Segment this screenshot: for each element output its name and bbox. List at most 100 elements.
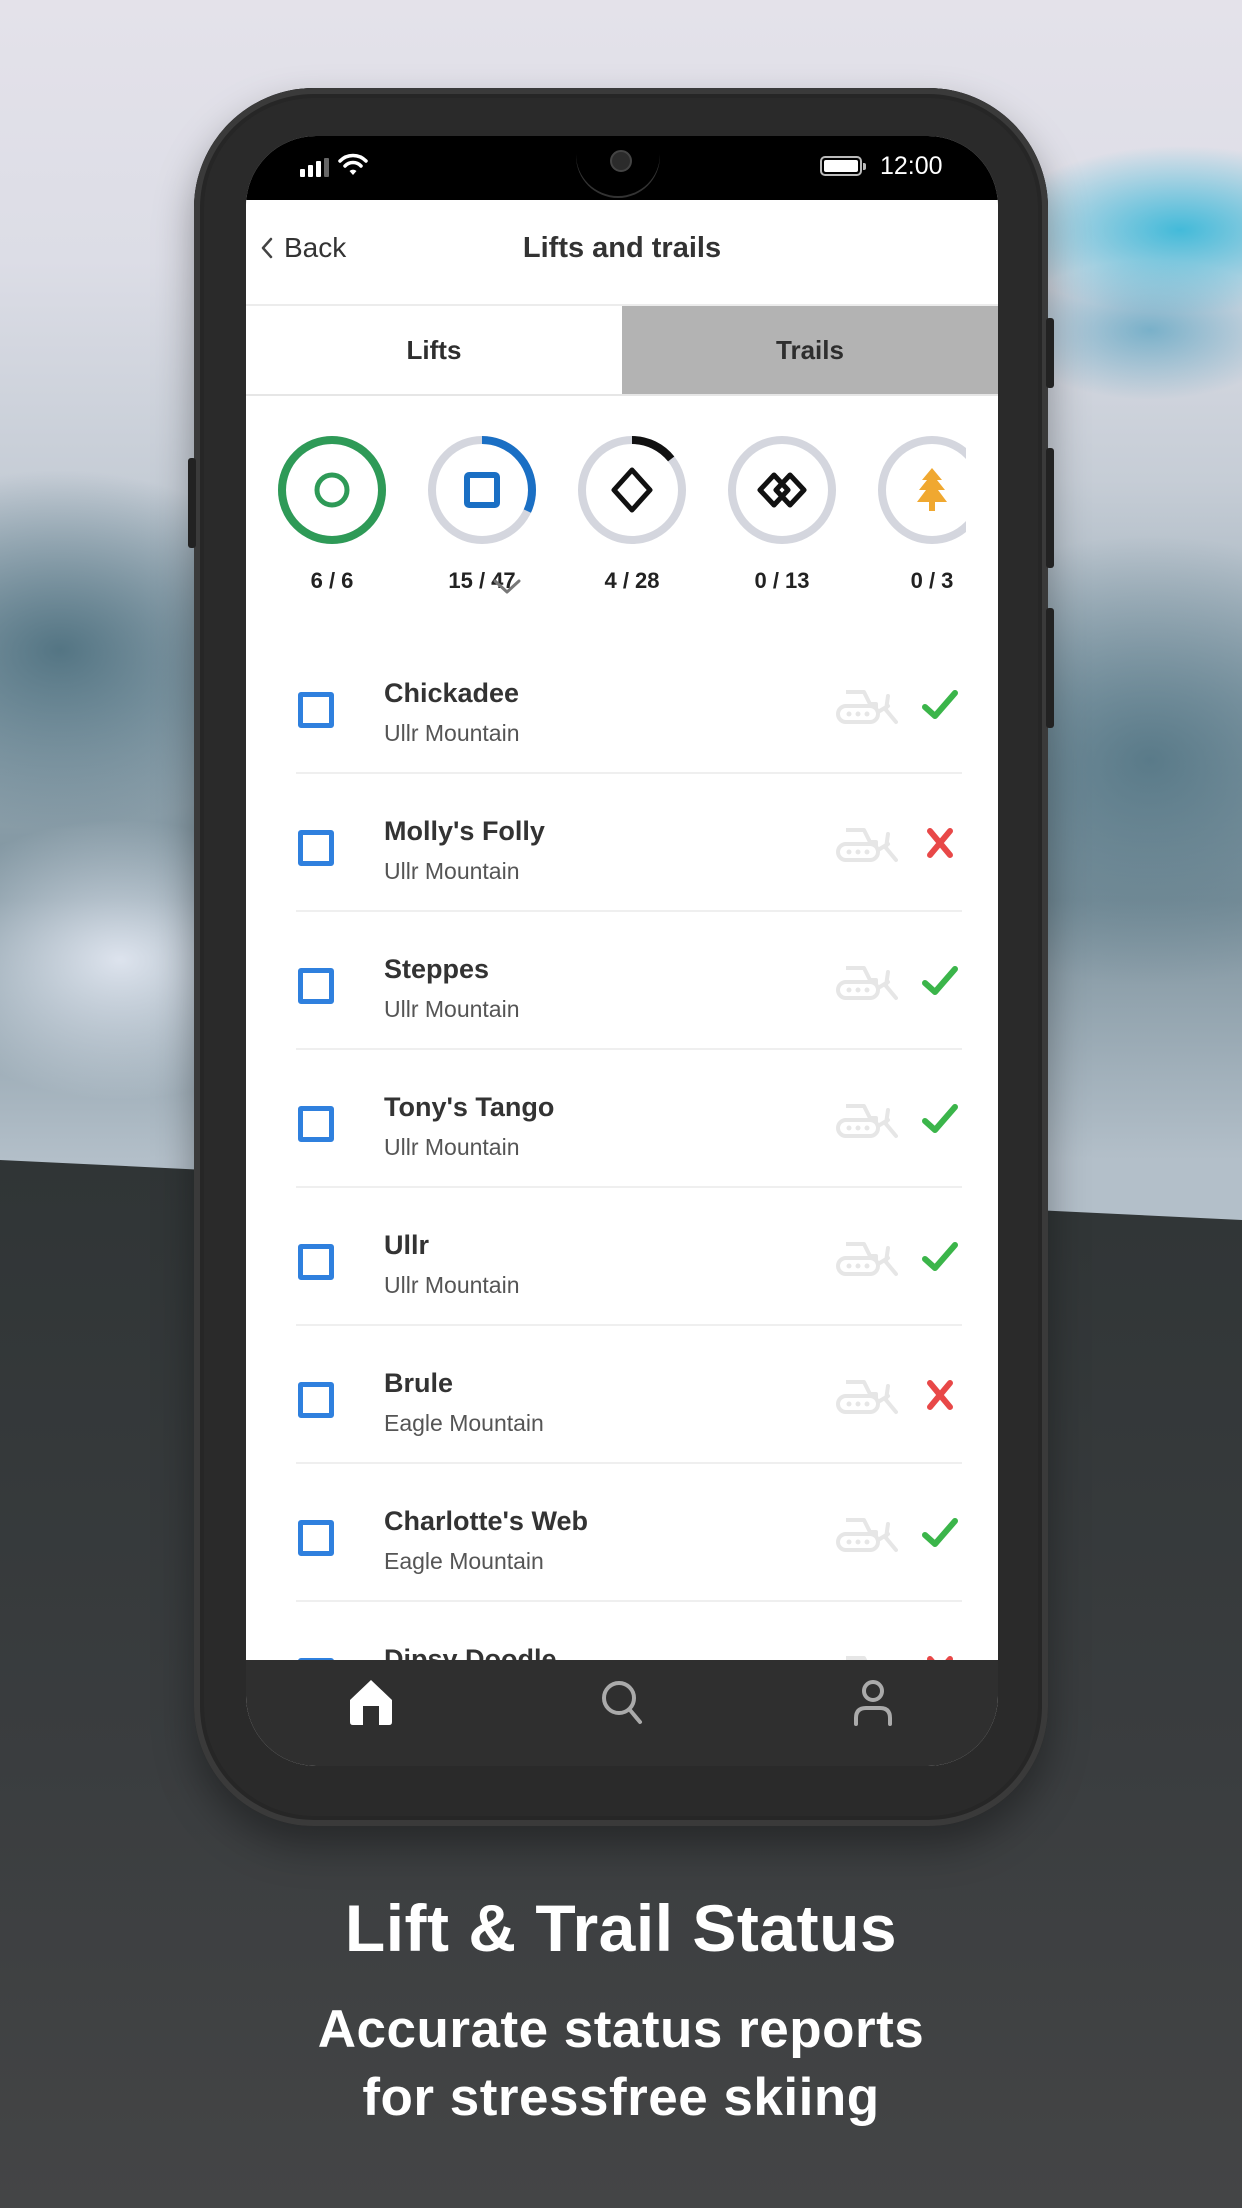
marketing-headline: Lift & Trail Status <box>344 1891 898 1965</box>
nav-header: Back Lifts and trails <box>246 200 998 304</box>
status-badge <box>920 1240 960 1279</box>
list-item[interactable]: Ullr Ullr Mountain <box>296 1188 962 1326</box>
snowcat-grooming-icon <box>836 690 898 724</box>
blue-square-difficulty-icon <box>298 968 334 1004</box>
difficulty-count: 15 / 47 <box>448 568 516 593</box>
list-item[interactable]: Tony's Tango Ullr Mountain <box>296 1050 962 1188</box>
grooming-status <box>836 686 898 731</box>
open-check-icon <box>922 966 958 995</box>
tab-lifts[interactable]: Lifts <box>246 306 622 394</box>
progress-ring <box>428 436 536 544</box>
lift-area: Eagle Mountain <box>384 1548 544 1574</box>
lift-name: Brule <box>384 1368 454 1398</box>
lift-name: Chickadee <box>384 678 520 708</box>
list-item[interactable]: Molly's Folly Ullr Mountain <box>296 774 962 912</box>
status-badge <box>920 964 960 1003</box>
list-item[interactable]: Charlotte's Web Eagle Mountain <box>296 1464 962 1602</box>
lift-area: Eagle Mountain <box>384 1410 544 1436</box>
status-badge <box>920 826 960 865</box>
double-diamond-icon <box>757 472 807 508</box>
phone-side-button <box>1046 318 1054 388</box>
blue-square-difficulty-icon <box>298 1244 334 1280</box>
lift-area: Ullr Mountain <box>384 1272 520 1298</box>
snowcat-grooming-icon <box>846 1656 868 1660</box>
tree-icon <box>917 468 947 511</box>
marketing-subline: Accurate status reports for stressfree s… <box>0 1996 1242 2132</box>
closed-x-icon <box>927 1380 953 1410</box>
nav-profile[interactable] <box>833 1672 913 1732</box>
battery-icon <box>820 156 866 176</box>
nav-search[interactable] <box>582 1672 662 1732</box>
blue-square-difficulty-icon <box>298 1106 334 1142</box>
wifi-icon <box>338 153 368 175</box>
home-icon <box>350 1680 393 1725</box>
difficulty-count: 4 / 28 <box>604 568 660 593</box>
marketing-subline-2: for stressfree skiing <box>362 2068 880 2127</box>
snowcat-grooming-icon <box>836 966 898 1000</box>
list-item[interactable]: Brule Eagle Mountain <box>296 1326 962 1464</box>
snowcat-grooming-icon <box>836 828 898 862</box>
blue-square-difficulty-icon <box>298 830 334 866</box>
lift-area: Ullr Mountain <box>384 858 520 884</box>
difficulty-green-circle[interactable]: 6 / 6 <box>272 430 392 594</box>
lift-name: Charlotte's Web <box>384 1506 588 1536</box>
user-icon <box>853 1680 892 1726</box>
ring-progress <box>278 436 386 544</box>
difficulty-tree-run[interactable]: 0 / 3 <box>872 430 966 594</box>
lift-area: Ullr Mountain <box>384 996 520 1022</box>
phone-frame: 12:00 Back Lifts and trails Lifts Trails… <box>188 88 1054 1826</box>
grooming-status <box>836 1100 898 1145</box>
difficulty-carousel[interactable]: 6 / 6 15 / 47 4 / 28 0 / 13 0 / 3 <box>246 394 966 604</box>
lift-list[interactable]: Chickadee Ullr Mountain Molly's Folly Ullr… <box>246 636 998 1660</box>
lift-area: Ullr Mountain <box>384 720 520 746</box>
difficulty-black-diamond[interactable]: 4 / 28 <box>572 430 692 594</box>
progress-ring <box>278 436 386 544</box>
grooming-status <box>836 962 898 1007</box>
page-title: Lifts and trails <box>522 232 722 264</box>
open-check-icon <box>922 690 958 719</box>
blue-square-difficulty-icon <box>298 692 334 728</box>
progress-ring <box>578 436 686 544</box>
status-badge <box>920 1102 960 1141</box>
phone-side-button <box>1046 448 1054 568</box>
camera-icon <box>610 150 632 172</box>
phone-side-button <box>1046 608 1054 728</box>
difficulty-count: 6 / 6 <box>310 568 354 593</box>
progress-ring <box>878 436 966 544</box>
list-item[interactable]: Dipsy DoodleEagle Mountain <box>296 1602 962 1660</box>
square-icon <box>464 472 500 508</box>
difficulty-count: 0 / 3 <box>910 568 954 593</box>
nav-home[interactable] <box>331 1672 411 1732</box>
diamond-icon <box>611 467 653 513</box>
list-item[interactable]: Steppes Ullr Mountain <box>296 912 962 1050</box>
difficulty-summary: 6 / 6 15 / 47 4 / 28 0 / 13 0 / 3 <box>246 394 998 604</box>
ring-track <box>728 436 836 544</box>
app-screen: 12:00 Back Lifts and trails Lifts Trails… <box>246 136 998 1766</box>
grooming-status <box>836 1652 898 1660</box>
grooming-status <box>836 1238 898 1283</box>
closed-x-icon <box>927 828 953 858</box>
open-check-icon <box>922 1104 958 1133</box>
snowcat-grooming-icon <box>836 1518 898 1552</box>
bottom-nav <box>246 1660 998 1766</box>
grooming-status <box>836 1376 898 1421</box>
chevron-down-icon[interactable] <box>492 578 522 596</box>
lift-name: Tony's Tango <box>384 1092 555 1122</box>
blue-square-difficulty-icon <box>298 1520 334 1556</box>
snowcat-grooming-icon <box>836 1380 898 1414</box>
difficulty-double-black-diamond[interactable]: 0 / 13 <box>722 430 842 594</box>
status-badge <box>920 1378 960 1417</box>
lift-area: Ullr Mountain <box>384 1134 520 1160</box>
difficulty-count: 0 / 13 <box>754 568 810 593</box>
tab-trails[interactable]: Trails <box>622 306 998 394</box>
open-check-icon <box>922 1242 958 1271</box>
status-bar: 12:00 <box>246 136 998 200</box>
list-item[interactable]: Chickadee Ullr Mountain <box>296 636 962 774</box>
status-badge <box>920 688 960 727</box>
phone-side-button <box>188 458 196 548</box>
snowcat-grooming-icon <box>836 1104 898 1138</box>
open-check-icon <box>922 1518 958 1547</box>
difficulty-blue-square[interactable]: 15 / 47 <box>422 430 542 594</box>
lift-name: Dipsy Doodle <box>384 1644 557 1660</box>
marketing-subline-1: Accurate status reports <box>317 2000 925 2059</box>
